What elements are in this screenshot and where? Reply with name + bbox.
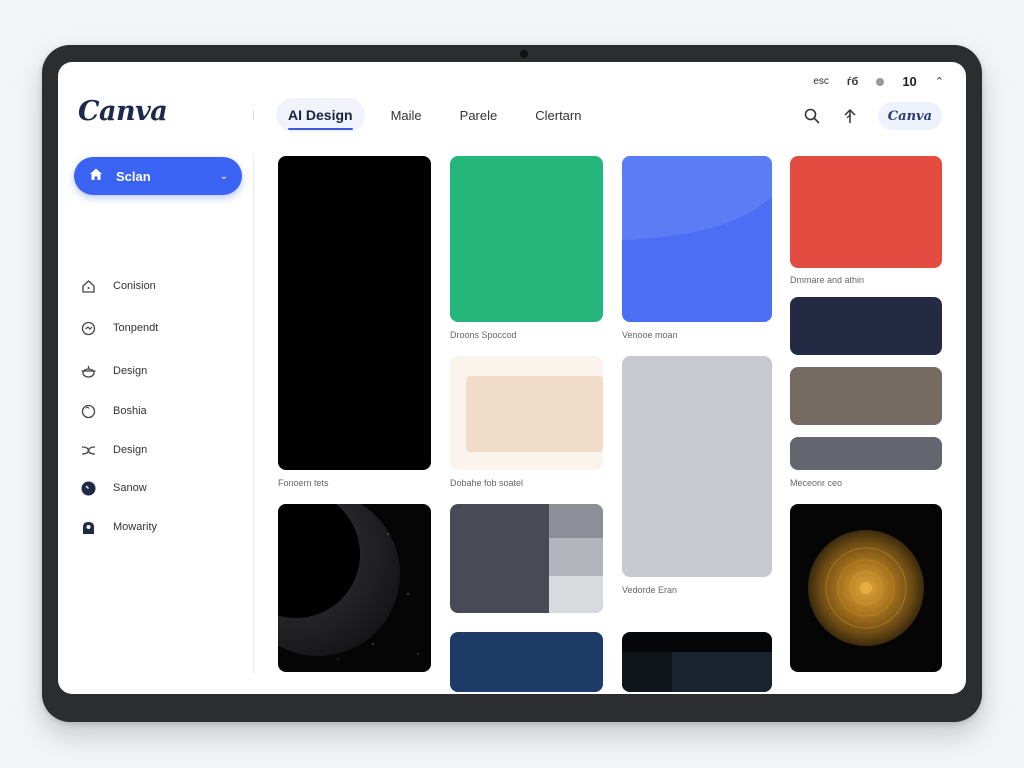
sidebar-item-mowarity[interactable]: Mowarity [80,515,157,539]
card-caption: Vedorde Eran [622,585,678,595]
status-icon-text: ѓб [846,75,859,88]
design-card-gray-tall[interactable] [622,356,772,577]
chevron-up-icon[interactable]: ⌃ [935,75,944,88]
sidebar-item-tonpendt[interactable]: Tonpendt [80,316,158,340]
design-card-navy[interactable] [450,632,603,692]
status-number: 10 [902,74,917,89]
header-actions: Canva [802,102,942,130]
design-card-blue[interactable] [622,156,772,322]
design-card-gold-disc[interactable] [790,504,942,672]
card-caption: Dmmare and athin [790,275,865,285]
status-text: esc [813,76,829,87]
shuffle-icon [80,442,97,459]
sidebar-item-label: Boshia [113,405,147,417]
block-tile [549,576,603,613]
header-divider [253,110,254,120]
card-caption: Meceonr ceo [790,478,843,488]
design-card-taupe[interactable] [790,367,942,425]
app-screen: esc ѓб 10 ⌃ Canva AI Design Maile Parele… [58,62,966,694]
search-icon[interactable] [802,106,822,126]
share-arrow-icon[interactable] [840,106,860,126]
block-tile [622,652,672,692]
circle-icon [80,403,97,420]
template-icon [80,320,97,337]
tab-ai-design[interactable]: AI Design [276,98,365,132]
card-caption: Fonoern tets [278,478,329,488]
home-outline-icon [80,278,97,295]
tab-parele[interactable]: Parele [448,98,510,132]
status-bar: esc ѓб 10 ⌃ [813,74,944,89]
primary-action-button[interactable]: Sclan ⌄ [74,157,242,195]
design-card-dark-navy[interactable] [790,297,942,355]
sidebar: Sclan ⌄ Conision Tonpendt Design Boshia … [58,152,254,692]
tab-clertarn[interactable]: Clertarn [523,98,593,132]
design-card-black-tall[interactable] [278,156,431,470]
sidebar-item-design-2[interactable]: Design [80,438,147,462]
block-tile [549,538,603,576]
design-card-cream[interactable] [450,356,603,470]
sidebar-item-sanow[interactable]: Sanow [80,476,147,500]
status-dot-icon [876,77,885,86]
canva-logo[interactable]: Canva [78,96,168,127]
tab-maile[interactable]: Maile [379,98,434,132]
cream-inner-panel [466,376,603,452]
sidebar-item-label: Design [113,444,148,456]
sidebar-item-boshia[interactable]: Boshia [80,399,147,423]
primary-action-label: Sclan [116,168,151,184]
design-card-slate-blocks[interactable] [450,504,603,613]
design-card-moon[interactable] [278,504,431,672]
design-pot-icon [80,363,97,380]
card-caption: Venooe moan [622,330,678,340]
chevron-down-icon: ⌄ [219,170,228,182]
design-card-dark-strip[interactable] [622,632,772,692]
card-caption: Droons Spoccod [450,330,517,340]
sidebar-item-label: Sanow [113,482,147,494]
person-icon [80,519,97,536]
design-card-gray[interactable] [790,437,942,470]
sidebar-item-label: Mowarity [113,521,158,533]
clock-filled-icon [80,480,97,497]
block-tile [672,652,772,692]
camera-dot [520,50,528,58]
home-icon [88,166,104,187]
sidebar-item-conision[interactable]: Conision [80,274,156,298]
block-tile [549,504,603,538]
sidebar-item-label: Tonpendt [113,322,159,334]
sidebar-item-design[interactable]: Design [80,359,147,383]
card-caption: Dobahe fob soatel [450,478,524,488]
sidebar-item-label: Conision [113,280,156,292]
design-card-red[interactable] [790,156,942,268]
account-button[interactable]: Canva [877,102,942,130]
top-tabs: AI Design Maile Parele Clertarn [276,98,607,132]
design-card-green[interactable] [450,156,603,322]
sidebar-item-label: Design [113,365,148,377]
